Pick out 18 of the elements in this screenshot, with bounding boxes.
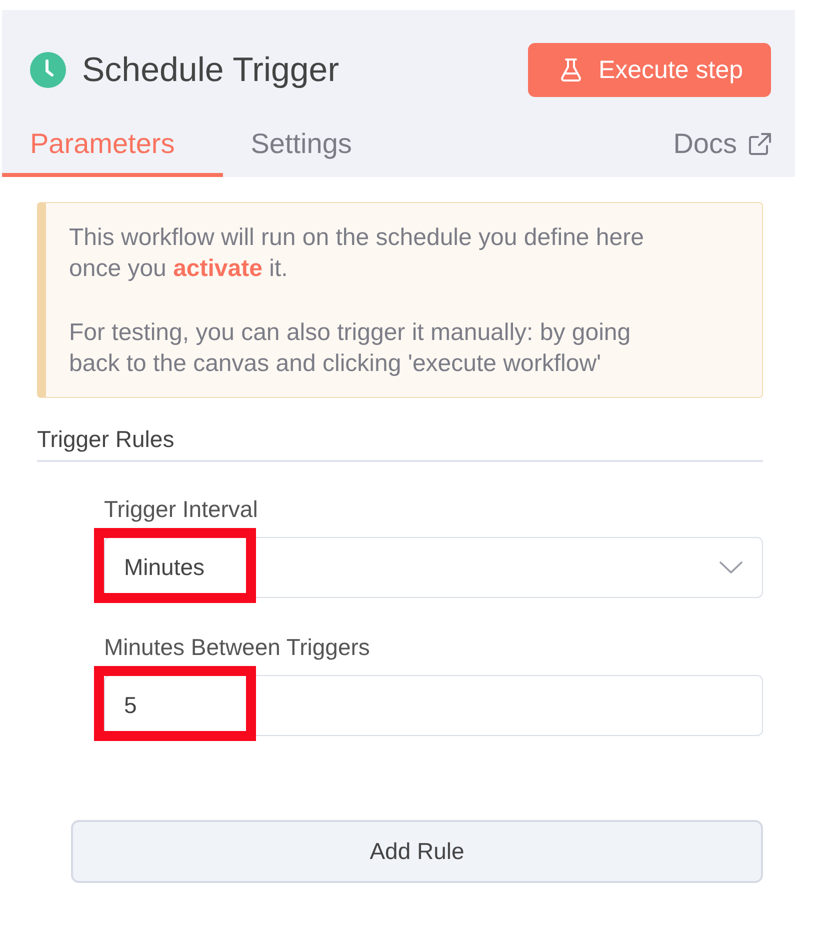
execute-step-button[interactable]: Execute step: [528, 43, 771, 97]
flask-icon: [560, 58, 582, 82]
docs-link[interactable]: Docs: [673, 127, 771, 177]
clock-icon: [30, 52, 66, 88]
node-title: Schedule Trigger: [82, 50, 340, 90]
notice-text: For testing, you can also trigger it manually: by going back to the canvas and clicking 'execute workflow': [69, 318, 632, 379]
field-label: Trigger Interval: [104, 495, 259, 523]
activate-link[interactable]: activate: [173, 255, 262, 282]
notice-text: This workflow will run on the schedule you define here once you activate it.: [69, 223, 645, 284]
section-title: Trigger Rules: [37, 424, 763, 462]
number-input[interactable]: 5: [104, 675, 763, 736]
field-label: Minutes Between Triggers: [104, 633, 371, 661]
external-link-icon: [749, 133, 771, 155]
tab[interactable]: Settings: [222, 111, 400, 177]
dropdown-field[interactable]: Minutes: [104, 537, 763, 598]
add-rule-button[interactable]: Add Rule: [71, 820, 763, 883]
tab[interactable]: Parameters: [2, 111, 223, 177]
chevron-down-icon: [719, 561, 743, 574]
